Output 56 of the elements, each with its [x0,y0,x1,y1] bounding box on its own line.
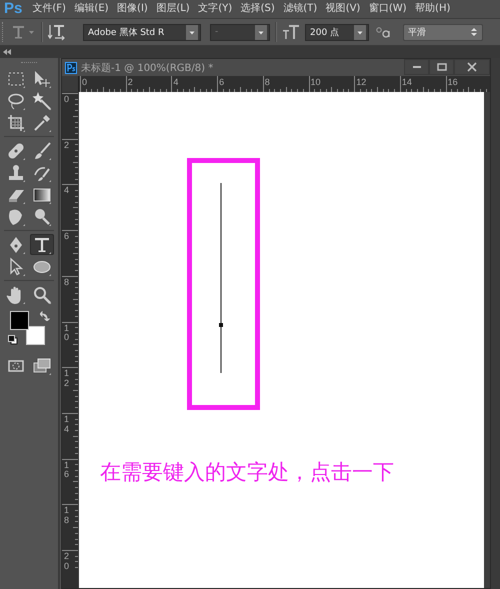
minimize-icon [412,66,420,68]
foreground-color-swatch[interactable] [10,311,29,330]
font-family-dropdown[interactable]: Adobe 黑体 Std R [83,24,201,40]
ruler-label: 2 [128,77,133,87]
maximize-button[interactable] [429,59,454,75]
eyedropper-icon [32,112,52,132]
ruler-label: 6 [219,77,224,87]
menu-item[interactable]: 帮助(H) [415,0,450,18]
menu-item[interactable]: 窗口(W) [368,0,407,18]
minimize-button[interactable] [404,59,429,75]
maximize-icon [436,62,446,72]
ruler-label: 12 [356,77,366,87]
ruler-label: 0 [82,77,88,87]
ruler-label: 8 [264,77,270,87]
tool-button[interactable] [4,284,28,305]
background-color-swatch[interactable] [26,326,45,345]
document-icon [65,62,77,74]
text-orientation-icon[interactable] [48,23,66,41]
default-colors-icon[interactable] [8,335,18,345]
menu-item[interactable]: 视图(V) [326,0,360,18]
stepper-icon[interactable] [470,26,478,38]
close-button[interactable] [454,59,490,75]
app-logo: Ps [4,0,22,18]
menu-item[interactable]: 选择(S) [240,0,275,18]
move-icon [32,68,52,88]
menu-item[interactable]: 图层(L) [156,0,190,18]
dodge-icon [32,206,52,226]
menu-item[interactable]: 图像(I) [117,0,148,18]
ruler-label: 16 [448,77,458,87]
ruler-label: 14 [402,77,412,87]
ruler-label: 4 [173,77,178,87]
anti-alias-dropdown[interactable]: 平滑 [403,24,483,40]
windows-icon [32,356,52,376]
close-icon [467,62,477,72]
zoom-icon [32,284,52,304]
stamp-icon [6,162,26,182]
menu-item[interactable]: 文字(Y) [198,0,232,18]
caret-icon[interactable] [186,24,198,40]
menu-item[interactable]: 编辑(E) [74,0,109,18]
menu-item[interactable]: 文件(F) [32,0,66,18]
annotation-text: 在需要键入的文字处，点击一下 [100,459,394,486]
crop-icon [6,112,26,132]
font-size-icon [282,23,300,41]
font-size-dropdown[interactable]: 200 点 [305,24,369,40]
ruler-label: 10 [310,77,321,87]
caret-icon[interactable] [354,24,366,40]
magic-wand-icon [32,90,52,110]
tool-button[interactable] [30,234,54,255]
drop-icon [6,206,26,226]
brush-icon [32,140,52,160]
swap-colors-icon[interactable] [40,311,50,321]
hand-icon [6,284,26,304]
tool-button[interactable] [30,90,54,111]
collapse-icon[interactable] [3,49,11,55]
caret-icon[interactable] [255,24,267,40]
menu-item[interactable]: 滤镜(T) [283,0,318,18]
